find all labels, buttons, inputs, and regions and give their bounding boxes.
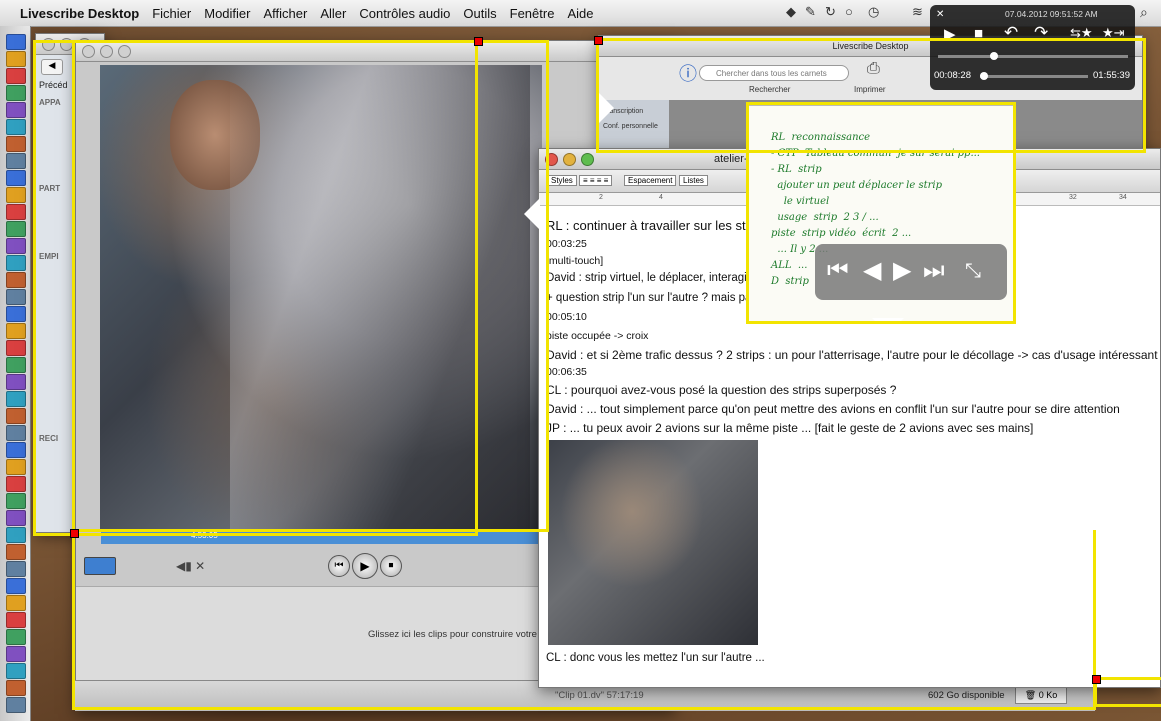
dock-app-icon[interactable] (6, 357, 26, 373)
dock-app-icon[interactable] (6, 289, 26, 305)
dock-app-icon[interactable] (6, 255, 26, 271)
minimize-icon[interactable] (563, 153, 576, 166)
dock-app-icon[interactable] (6, 51, 26, 67)
menu-modifier[interactable]: Modifier (204, 6, 250, 21)
status-pen-icon[interactable]: ✎ (805, 4, 816, 20)
dock-app-icon[interactable] (6, 476, 26, 492)
transcript-line: [multi-touch] (546, 255, 604, 267)
dock-app-icon[interactable] (6, 34, 26, 50)
dock-app-icon[interactable] (6, 374, 26, 390)
transcript-line: David : et si 2ème trafic dessus ? 2 str… (546, 348, 1158, 362)
marker-dot (70, 529, 79, 538)
dock-app-icon[interactable] (6, 153, 26, 169)
dock-app-icon[interactable] (6, 136, 26, 152)
dock-app-icon[interactable] (6, 323, 26, 339)
marker-dot (1092, 675, 1101, 684)
dock-app-icon[interactable] (6, 442, 26, 458)
dock-app-icon[interactable] (6, 68, 26, 84)
ruler-mark: 4 (659, 194, 663, 201)
dock-app-icon[interactable] (6, 272, 26, 288)
dock-app-icon[interactable] (6, 544, 26, 560)
menu-app-name[interactable]: Livescribe Desktop (20, 6, 139, 21)
dock-app-icon[interactable] (6, 221, 26, 237)
dock-app-icon[interactable] (6, 697, 26, 713)
marker-dot (594, 36, 603, 45)
dock-app-icon[interactable] (6, 578, 26, 594)
transcript-line: 00:03:25 (546, 238, 587, 250)
dock-app-icon[interactable] (6, 238, 26, 254)
highlight-frame-video (72, 40, 549, 532)
dock-app-icon[interactable] (6, 595, 26, 611)
status-timemachine-icon[interactable]: ◷ (868, 4, 879, 20)
zoom-icon[interactable] (581, 153, 594, 166)
dock-app-icon[interactable] (6, 680, 26, 696)
transcript-line: piste occupée -> croix (546, 330, 649, 342)
menu-controles-audio[interactable]: Contrôles audio (359, 6, 450, 21)
menu-fichier[interactable]: Fichier (152, 6, 191, 21)
ruler-mark: 32 (1069, 194, 1077, 201)
dock-app-icon[interactable] (6, 187, 26, 203)
status-sync-icon[interactable]: ↻ (825, 4, 836, 20)
transcript-line: David : ... tout simplement parce qu'on … (546, 402, 1120, 416)
styles-dropdown[interactable]: Styles (547, 175, 577, 186)
hud-close-icon[interactable]: ✕ (936, 9, 944, 20)
dock-app-icon[interactable] (6, 306, 26, 322)
dock-app-icon[interactable] (6, 493, 26, 509)
dock-app-icon[interactable] (6, 425, 26, 441)
dock-app-icon[interactable] (6, 119, 26, 135)
transcript-line: CL : pourquoi avez-vous posé la question… (546, 383, 897, 397)
highlight-frame-pen (746, 102, 1016, 324)
dock (0, 26, 31, 721)
transcript-line: 00:05:10 (546, 311, 587, 323)
dock-app-icon[interactable] (6, 646, 26, 662)
transcript-line: 00:06:35 (546, 366, 587, 378)
dock-app-icon[interactable] (6, 663, 26, 679)
highlight-frame-corner (1094, 677, 1161, 707)
dock-app-icon[interactable] (6, 510, 26, 526)
alignment-buttons[interactable]: ≡ ≡ ≡ ≡ (579, 175, 613, 186)
dock-app-icon[interactable] (6, 527, 26, 543)
dock-app-icon[interactable] (6, 85, 26, 101)
spacing-dropdown[interactable]: Espacement (624, 175, 677, 186)
dock-app-icon[interactable] (6, 459, 26, 475)
dock-app-icon[interactable] (6, 102, 26, 118)
dock-app-icon[interactable] (6, 612, 26, 628)
dock-app-icon[interactable] (6, 170, 26, 186)
menu-outils[interactable]: Outils (463, 6, 496, 21)
hud-datetime: 07.04.2012 09:51:52 AM (1005, 9, 1098, 19)
status-app-icon[interactable]: ◆ (786, 4, 796, 20)
menu-fenetre[interactable]: Fenêtre (510, 6, 555, 21)
dock-app-icon[interactable] (6, 340, 26, 356)
dock-app-icon[interactable] (6, 629, 26, 645)
marker-dot (474, 37, 483, 46)
highlight-frame-bottom (72, 530, 1096, 710)
menu-afficher[interactable]: Afficher (263, 6, 307, 21)
dock-app-icon[interactable] (6, 391, 26, 407)
status-circle-icon[interactable]: ○ (845, 4, 853, 19)
menu-aller[interactable]: Aller (320, 6, 346, 21)
lists-dropdown[interactable]: Listes (679, 175, 708, 186)
dock-app-icon[interactable] (6, 204, 26, 220)
transcript-line: JP : ... tu peux avoir 2 avions sur la m… (546, 421, 1034, 435)
dock-app-icon[interactable] (6, 408, 26, 424)
wifi-icon[interactable]: ≋ (912, 4, 923, 20)
dock-app-icon[interactable] (6, 561, 26, 577)
ruler-mark: 2 (599, 194, 603, 201)
spotlight-search-icon[interactable]: ⌕ (1140, 4, 1148, 21)
ruler-mark: 34 (1119, 194, 1127, 201)
menu-aide[interactable]: Aide (567, 6, 593, 21)
